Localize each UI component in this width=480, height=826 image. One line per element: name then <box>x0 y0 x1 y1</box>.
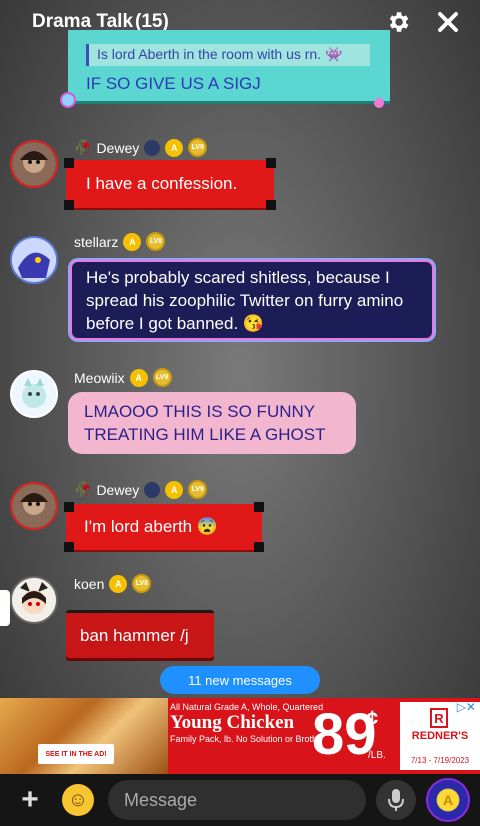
globe-badge-icon <box>144 481 161 498</box>
username[interactable]: Dewey <box>96 482 139 498</box>
ad-choices-icon[interactable]: ▷✕ <box>457 700 476 714</box>
props-coin-icon[interactable]: A <box>426 778 470 822</box>
username[interactable]: Meowiix <box>74 370 125 386</box>
message-text: I have a confession. <box>86 174 238 193</box>
sticker-emoji-icon[interactable]: ☺ <box>62 784 94 816</box>
username[interactable]: stellarz <box>74 234 118 250</box>
avatar[interactable] <box>10 576 58 624</box>
message-input-bar: + ☺ A <box>0 774 480 826</box>
ad-headline: Young Chicken <box>170 712 295 733</box>
message-input[interactable] <box>108 780 366 820</box>
new-messages-button[interactable]: 11 new messages <box>160 666 320 694</box>
ad-chicken-image: SEE IT IN THE AD! <box>0 698 168 774</box>
rose-icon: 🥀 <box>74 139 92 155</box>
ad-see-label: SEE IT IN THE AD! <box>38 744 114 764</box>
message-bubble[interactable]: ban hammer /j <box>66 610 214 658</box>
ad-dates: 7/13 - 7/19/2023 <box>410 756 470 765</box>
ad-line1: All Natural Grade A, Whole, Quartered <box>170 702 324 712</box>
level-badge: LV9 <box>188 138 208 157</box>
avatar[interactable] <box>10 370 58 418</box>
message-text: I'm lord aberth 😨 <box>84 517 219 536</box>
curator-badge-icon: A <box>109 574 128 593</box>
rose-icon: 🥀 <box>74 481 92 497</box>
store-logo-letter: R <box>430 708 448 728</box>
message-bubble-top[interactable]: Is lord Aberth in the room with us rn. 👾… <box>60 30 390 108</box>
avatar[interactable] <box>10 482 58 530</box>
bubble-orb-decoration <box>374 98 384 108</box>
message-text: LMAOOO THIS IS SO FUNNY TREATING HIM LIK… <box>84 402 326 444</box>
curator-badge-icon: A <box>129 368 148 387</box>
ad-copy: All Natural Grade A, Whole, Quartered Yo… <box>170 702 324 744</box>
level-badge: LV8 <box>146 232 166 251</box>
microphone-icon[interactable] <box>376 780 416 820</box>
message-text: He's probably scared shitless, because I… <box>86 268 404 333</box>
message-bubble[interactable]: I'm lord aberth 😨 <box>64 502 264 552</box>
level-badge: LV9 <box>152 368 172 387</box>
username[interactable]: Dewey <box>96 140 139 156</box>
side-drawer-handle[interactable] <box>0 590 10 626</box>
level-badge: LV8 <box>132 574 152 593</box>
message-text: IF SO GIVE US A SIGJ <box>86 74 261 93</box>
store-name: REDNER'S <box>411 730 469 742</box>
avatar[interactable] <box>10 236 58 284</box>
avatar[interactable] <box>10 140 58 188</box>
globe-badge-icon <box>144 139 161 156</box>
ad-line3: Family Pack, lb. No Solution or Broth <box>170 734 318 744</box>
bubble-orb-decoration <box>60 92 76 108</box>
curator-badge-icon: A <box>165 138 184 157</box>
close-icon[interactable] <box>434 8 462 36</box>
ad-price-cents: ¢ <box>366 706 379 731</box>
quoted-reply: Is lord Aberth in the room with us rn. 👾 <box>86 44 370 66</box>
level-badge: LV9 <box>188 480 208 499</box>
message-bubble[interactable]: I have a confession. <box>64 158 276 210</box>
ad-price-unit: /LB. <box>368 750 386 761</box>
message-bubble[interactable]: He's probably scared shitless, because I… <box>70 260 434 340</box>
username[interactable]: koen <box>74 576 104 592</box>
ad-banner[interactable]: SEE IT IN THE AD! All Natural Grade A, W… <box>0 698 480 774</box>
message-text: ban hammer /j <box>80 626 189 645</box>
curator-badge-icon: A <box>123 232 142 251</box>
curator-badge-icon: A <box>165 480 184 499</box>
add-attachment-icon[interactable]: + <box>14 783 46 816</box>
message-bubble[interactable]: LMAOOO THIS IS SO FUNNY TREATING HIM LIK… <box>68 392 356 454</box>
